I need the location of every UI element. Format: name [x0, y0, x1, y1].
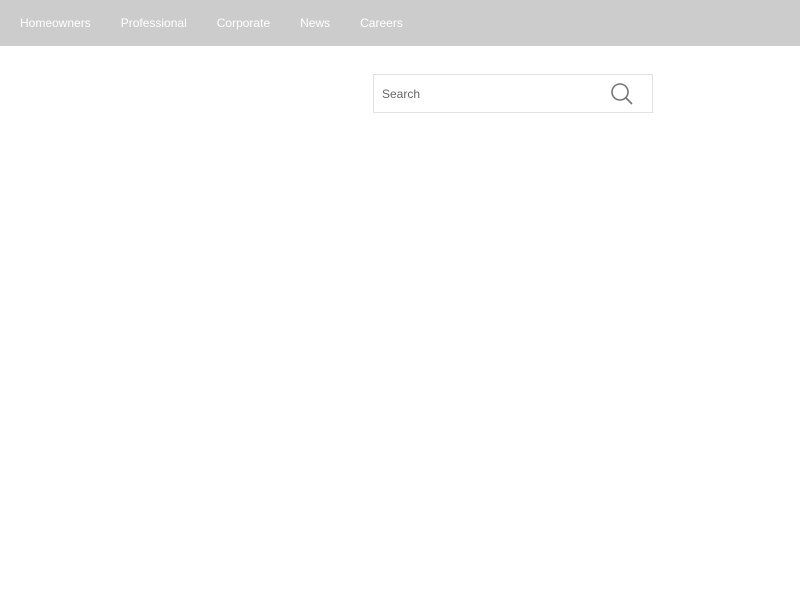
nav-item-news[interactable]: News	[300, 0, 330, 46]
top-navigation-bar: Homeowners Professional Corporate News C…	[0, 0, 800, 46]
search-button[interactable]	[609, 81, 635, 107]
search-input[interactable]	[382, 75, 602, 112]
search-icon	[611, 83, 633, 105]
nav-item-professional[interactable]: Professional	[121, 0, 187, 46]
nav-item-corporate[interactable]: Corporate	[217, 0, 270, 46]
nav-item-homeowners[interactable]: Homeowners	[20, 0, 91, 46]
search-box	[373, 74, 653, 113]
main-nav: Homeowners Professional Corporate News C…	[20, 0, 433, 46]
nav-item-careers[interactable]: Careers	[360, 0, 403, 46]
